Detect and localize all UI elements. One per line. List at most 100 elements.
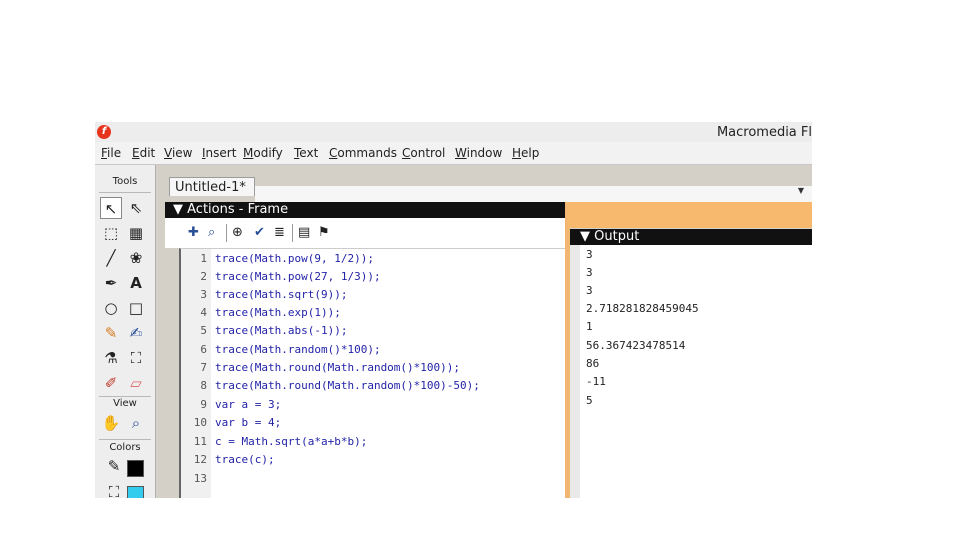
menu-insert[interactable]: Insert — [202, 146, 236, 160]
menu-control[interactable]: Control — [402, 146, 445, 160]
toolbar-divider — [226, 224, 227, 242]
code-line[interactable]: 7 trace(Math.round(Math.random()*100)); — [181, 359, 561, 377]
menu-commands[interactable]: Commands — [329, 146, 397, 160]
eyedropper-tool-icon[interactable]: ✐ — [100, 372, 122, 394]
menu-window[interactable]: Window — [455, 146, 502, 160]
code-text: trace(Math.exp(1)); — [215, 306, 341, 319]
eraser-tool-icon[interactable]: ▱ — [125, 372, 147, 394]
code-line[interactable]: 13 — [181, 470, 561, 488]
toolbar-divider — [292, 224, 293, 242]
code-line[interactable]: 8 trace(Math.round(Math.random()*100)-50)… — [181, 377, 561, 395]
stroke-color-icon[interactable]: ✎ — [103, 455, 125, 477]
rectangle-tool-icon[interactable]: □ — [125, 297, 147, 319]
auto-format-icon[interactable]: ≣ — [274, 225, 285, 240]
output-line: 3 — [586, 248, 593, 261]
menu-text[interactable]: Text — [294, 146, 318, 160]
code-line[interactable]: 6 trace(Math.random()*100); — [181, 341, 561, 359]
code-line[interactable]: 4 trace(Math.exp(1)); — [181, 304, 561, 322]
hand-tool-icon[interactable]: ✋ — [100, 412, 122, 434]
text-tool-icon[interactable]: A — [125, 272, 147, 294]
code-line[interactable]: 9 var a = 3; — [181, 396, 561, 414]
code-line[interactable]: 2 trace(Math.pow(27, 1/3)); — [181, 268, 561, 286]
subselect-tool-icon[interactable]: ⇖ — [125, 197, 147, 219]
pencil-tool-icon[interactable]: ✎ — [100, 322, 122, 344]
colors-label: Colors — [109, 442, 141, 453]
fill-color-icon[interactable]: ⛶ — [103, 481, 125, 498]
ink-bottle-tool-icon[interactable]: ⚗ — [100, 347, 122, 369]
tools-divider — [99, 396, 151, 397]
output-line: 5 — [586, 394, 593, 407]
line-number: 2 — [200, 270, 207, 283]
scroll-arrow-down-icon[interactable]: ▼ — [798, 186, 804, 195]
code-text: var b = 4; — [215, 416, 282, 429]
window-title: Macromedia Fl — [716, 125, 812, 140]
code-text: trace(Math.pow(27, 1/3)); — [215, 270, 381, 283]
menu-view[interactable]: View — [164, 146, 192, 160]
code-text: trace(Math.random()*100); — [215, 343, 381, 356]
code-text: trace(c); — [215, 453, 275, 466]
arrow-tool-icon[interactable]: ↖ — [100, 197, 122, 219]
code-text: trace(Math.round(Math.random()*100)-50); — [215, 379, 480, 392]
document-tab[interactable]: Untitled-1* — [169, 177, 255, 196]
code-line[interactable]: 11 c = Math.sqrt(a*a+b*b); — [181, 433, 561, 451]
lasso-tool-icon[interactable]: ❀ — [125, 247, 147, 269]
title-bar: f Macromedia Fl — [95, 122, 812, 142]
menu-edit[interactable]: Edit — [132, 146, 155, 160]
code-line[interactable]: 10 var b = 4; — [181, 414, 561, 432]
line-number: 7 — [200, 361, 207, 374]
add-statement-icon[interactable]: ✚ — [188, 225, 199, 240]
line-number: 13 — [193, 472, 207, 485]
code-text: c = Math.sqrt(a*a+b*b); — [215, 435, 368, 448]
zoom-tool-icon[interactable]: ⌕ — [125, 412, 147, 434]
oval-tool-icon[interactable]: ○ — [100, 297, 122, 319]
menu-help[interactable]: Help — [512, 146, 539, 160]
fill-color-swatch[interactable] — [127, 486, 144, 498]
tools-panel: Tools ↖ ⇖ ⬚ ▦ ╱ ❀ ✒ A ○ □ ✎ ✍ ⚗ ⛶ ✐ ▱ Vi… — [95, 165, 156, 498]
flash-logo-icon: f — [97, 125, 111, 139]
collapse-arrow-icon: ▼ — [173, 202, 188, 217]
output-line: 3 — [586, 266, 593, 279]
view-label: View — [113, 398, 137, 409]
code-line[interactable]: 5 trace(Math.abs(-1)); — [181, 322, 561, 340]
actions-toolbar: ✚ ⌕ ⊕ ✔ ≣ ▤ ⚑ — [165, 218, 565, 248]
collapse-arrow-icon: ▼ — [580, 229, 595, 244]
output-panel-top — [567, 202, 812, 228]
output-panel[interactable]: 3 3 3 2.718281828459045 1 56.36742347851… — [570, 245, 812, 498]
line-number: 6 — [200, 343, 207, 356]
line-number: 3 — [200, 288, 207, 301]
fill-transform-tool-icon[interactable]: ▦ — [125, 222, 147, 244]
menu-bar: File Edit View Insert Modify Text Comman… — [95, 142, 812, 165]
code-line[interactable]: 3 trace(Math.sqrt(9)); — [181, 286, 561, 304]
output-line: 1 — [586, 320, 593, 333]
flash-app-window: f Macromedia Fl File Edit View Insert Mo… — [95, 122, 812, 498]
actions-panel-header[interactable]: ▼ Actions - Frame — [165, 202, 565, 218]
code-line[interactable]: 12 trace(c); — [181, 451, 561, 469]
paint-bucket-tool-icon[interactable]: ⛶ — [125, 347, 147, 369]
code-text: trace(Math.abs(-1)); — [215, 324, 348, 337]
tools-label: Tools — [112, 176, 138, 187]
find-icon[interactable]: ⌕ — [208, 225, 215, 240]
code-text: var a = 3; — [215, 398, 282, 411]
brush-tool-icon[interactable]: ✍ — [125, 322, 147, 344]
free-transform-tool-icon[interactable]: ⬚ — [100, 222, 122, 244]
tools-divider — [99, 192, 151, 193]
line-number: 4 — [200, 306, 207, 319]
line-number: 5 — [200, 324, 207, 337]
code-hint-icon[interactable]: ▤ — [298, 225, 310, 240]
line-tool-icon[interactable]: ╱ — [100, 247, 122, 269]
line-number: 11 — [193, 435, 207, 448]
menu-file[interactable]: File — [101, 146, 121, 160]
debug-options-icon[interactable]: ⚑ — [318, 225, 330, 240]
output-line: -11 — [586, 375, 606, 388]
line-number: 1 — [200, 252, 207, 265]
line-number: 12 — [193, 453, 207, 466]
stroke-color-swatch[interactable] — [127, 460, 144, 477]
output-panel-header[interactable]: ▼ Output — [570, 229, 812, 245]
menu-modify[interactable]: Modify — [243, 146, 283, 160]
check-syntax-icon[interactable]: ✔ — [254, 225, 265, 240]
pen-tool-icon[interactable]: ✒ — [100, 272, 122, 294]
insert-target-path-icon[interactable]: ⊕ — [232, 225, 243, 240]
code-line[interactable]: 1 trace(Math.pow(9, 1/2)); — [181, 250, 561, 268]
output-title: Output — [594, 229, 640, 244]
script-editor[interactable]: 1 trace(Math.pow(9, 1/2)); 2 trace(Math.po… — [179, 248, 567, 498]
